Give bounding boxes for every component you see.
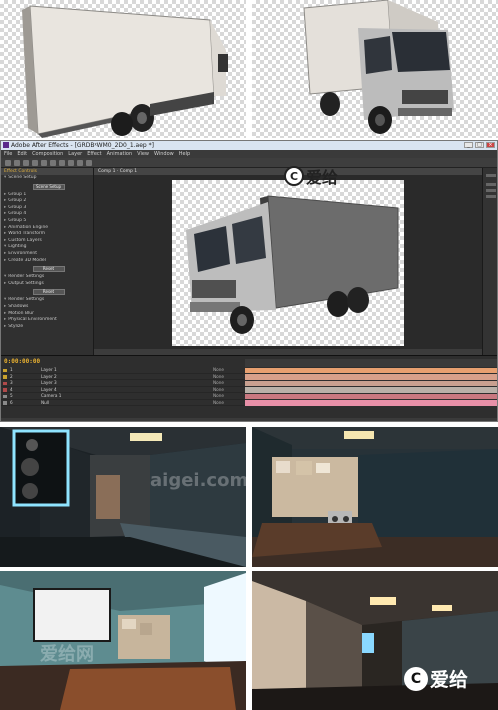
label-swatch[interactable] [3,388,7,392]
duration-bar[interactable] [245,387,497,393]
menu-view[interactable]: View [137,150,149,158]
current-timecode[interactable]: 0:00:00:00 [4,358,40,365]
composition-panel: Comp 1 · Comp 1 [94,168,482,355]
watermark: aigei.com [150,470,249,491]
interior-render-1 [0,427,246,567]
truck-3d-preview [186,195,399,334]
reset-button-a[interactable]: Reset [32,266,65,273]
menu-edit[interactable]: Edit [17,150,27,158]
truck-rear-illustration [22,5,228,138]
brand-text: 爱给 [430,669,469,691]
hand-tool-icon[interactable] [14,160,20,166]
brand-logo-top: C 爱给 [284,164,338,188]
interior-render-3 [0,571,246,710]
effect-row[interactable]: ▸ Motion Blur [4,311,93,318]
brand-logo: C 爱给 [404,665,468,692]
effect-row[interactable]: ▸ Group 2 [4,198,93,205]
app-icon [3,142,9,148]
label-swatch[interactable] [3,375,7,379]
selection-tool-icon[interactable] [5,160,11,166]
layer-list: 1 Layer 1 None 2 Layer 2 None 3 Layer 3 None 4… [1,367,245,417]
menu-help[interactable]: Help [179,150,190,158]
render-front-view [252,0,498,138]
scene-setup-button[interactable]: Scene Setup [32,183,65,190]
effect-controls-panel: Effect Controls ▾ Scene Setup Scene Setup… [1,168,94,355]
duration-bar[interactable] [245,393,497,399]
menu-effect[interactable]: Effect [87,150,101,158]
duration-bar[interactable] [245,374,497,380]
brand-icon: C [284,166,304,186]
effect-row[interactable]: ▸ Group 3 [4,205,93,212]
effect-controls-title: Effect Controls [1,168,93,175]
label-swatch[interactable] [3,394,7,398]
effect-row[interactable]: ▸ Create 3D Model [4,258,93,265]
maximize-button[interactable]: □ [475,142,484,148]
render-rear-view [0,0,246,138]
layer-duration-bars [245,367,497,417]
after-effects-window: Adobe After Effects - [GRDBᵡWM0_2D0_1.ae… [0,140,498,422]
camera-tool-icon[interactable] [41,160,47,166]
effect-row[interactable]: ▸ Animation Engine [4,225,93,232]
duration-bar[interactable] [245,380,497,386]
timeline-footer [1,418,497,421]
timeline-panel: 0:00:00:00 1 Layer 1 None 2 Layer 2 None 3 La… [1,355,497,421]
watermark: 爱给网 [40,644,94,665]
menu-layer[interactable]: Layer [68,150,82,158]
layer-row[interactable]: 6 Null None [1,400,245,406]
effect-row[interactable]: ▾ Lighting [4,244,93,251]
time-ruler[interactable] [245,359,497,367]
reset-button-b[interactable]: Reset [32,289,65,296]
effect-row[interactable]: ▸ Group 4 [4,211,93,218]
pen-tool-icon[interactable] [68,160,74,166]
effect-row[interactable]: ▸ Group 1 [4,192,93,199]
effect-row[interactable]: ▸ World Transform [4,231,93,238]
effect-row[interactable]: ▾ Render Settings [4,297,93,304]
rotate-tool-icon[interactable] [32,160,38,166]
label-swatch[interactable] [3,401,7,405]
menu-file[interactable]: File [4,150,12,158]
right-panels [482,168,497,355]
zoom-tool-icon[interactable] [23,160,29,166]
window-title-bar: Adobe After Effects - [GRDBᵡWM0_2D0_1.ae… [1,141,497,150]
text-tool-icon[interactable] [77,160,83,166]
effect-row[interactable]: ▾ Scene Setup [4,175,93,182]
label-swatch[interactable] [3,368,7,372]
window-title: Adobe After Effects - [GRDBᵡWM0_2D0_1.ae… [11,142,154,149]
effect-row[interactable]: ▸ Shadows [4,304,93,311]
image-collage: Adobe After Effects - [GRDBᵡWM0_2D0_1.ae… [0,0,498,710]
effect-row[interactable]: ▾ Render Settings [4,274,93,281]
interior-render-2 [252,427,498,567]
menu-bar: File Edit Composition Layer Effect Anima… [1,150,497,158]
effect-row[interactable]: ▸ Environment [4,251,93,258]
menu-animation[interactable]: Animation [107,150,133,158]
truck-front-illustration [303,0,454,134]
effect-row[interactable]: ▸ Group 5 [4,218,93,225]
duration-bar[interactable] [245,367,497,373]
brand-text: 爱给 [306,168,339,187]
pan-tool-icon[interactable] [50,160,56,166]
tools-toolbar [1,158,497,168]
close-button[interactable]: × [486,142,495,148]
effect-row[interactable]: ▸ Output Settings [4,281,93,288]
effect-row[interactable]: ▸ Custom Layers [4,238,93,245]
brand-icon: C [404,666,428,691]
brush-tool-icon[interactable] [86,160,92,166]
duration-bar[interactable] [245,400,497,406]
mask-tool-icon[interactable] [59,160,65,166]
label-swatch[interactable] [3,381,7,385]
window-controls: _ □ × [464,142,495,148]
effect-row[interactable]: ▸ Physical Environment [4,317,93,324]
menu-composition[interactable]: Composition [32,150,63,158]
effect-row[interactable]: ▸ Stylize [4,324,93,331]
composition-canvas[interactable] [172,180,404,346]
menu-window[interactable]: Window [154,150,174,158]
minimize-button[interactable]: _ [464,142,473,148]
